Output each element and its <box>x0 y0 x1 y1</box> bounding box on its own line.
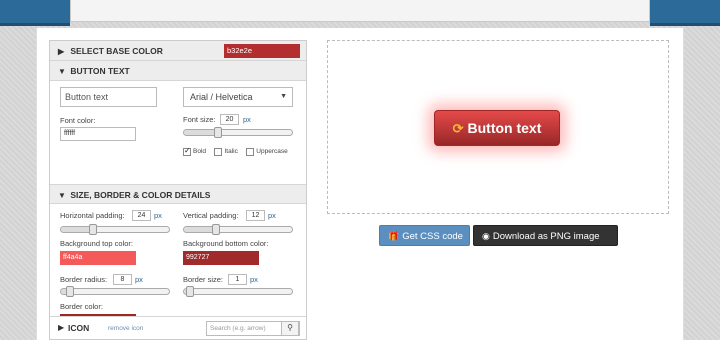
font-size-slider[interactable] <box>183 127 293 138</box>
bg-top-label: Background top color: <box>60 239 133 248</box>
slider-thumb[interactable] <box>214 127 222 138</box>
download-png-label: Download as PNG image <box>492 231 600 242</box>
font-color-input[interactable]: ffffff <box>60 127 136 141</box>
refresh-icon: ⟳ <box>452 121 464 136</box>
download-icon: ◉ <box>482 231 490 241</box>
chevron-down-icon: ▼ <box>58 191 66 200</box>
preview-button[interactable]: ⟳ Button text <box>434 110 560 146</box>
size-border-body: Horizontal padding: 24 px Vertical paddi… <box>50 204 306 334</box>
italic-label: Italic <box>224 148 238 156</box>
slider-thumb[interactable] <box>186 286 194 297</box>
section-title: SELECT BASE COLOR <box>70 46 163 56</box>
banner-header <box>70 0 650 22</box>
banner-left-tab <box>0 0 70 26</box>
section-title: BUTTON TEXT <box>70 66 130 76</box>
font-size-unit: px <box>243 115 251 124</box>
chevron-right-icon: ▶ <box>58 323 65 332</box>
font-family-value: Arial / Helvetica <box>190 92 253 102</box>
h-padding-label: Horizontal padding: <box>60 211 125 220</box>
v-padding-label: Vertical padding: <box>183 211 239 220</box>
section-size-border[interactable]: ▼ SIZE, BORDER & COLOR DETAILS <box>50 184 306 204</box>
banner-right-tab <box>650 0 720 26</box>
slider-fill <box>184 130 218 135</box>
download-png-button[interactable]: ◉ Download as PNG image <box>473 225 618 246</box>
h-padding-value[interactable]: 24 <box>132 210 151 221</box>
v-padding-slider[interactable] <box>183 224 293 235</box>
radius-slider[interactable] <box>60 286 170 297</box>
button-text-input[interactable]: Button text <box>60 87 157 107</box>
border-size-label: Border size: <box>183 275 224 284</box>
bold-label: Bold <box>193 148 207 156</box>
remove-icon-link[interactable]: remove icon <box>108 325 143 332</box>
top-banner <box>0 0 720 26</box>
base-color-swatch[interactable]: b32e2e <box>224 44 300 58</box>
search-icon[interactable]: ⚲ <box>281 321 299 336</box>
border-color-label: Border color: <box>60 302 103 311</box>
preview-button-label: Button text <box>467 120 542 136</box>
font-family-select[interactable]: Arial / Helvetica ▼ <box>183 87 293 107</box>
main-content: ▶ SELECT BASE COLOR b32e2e ▼ BUTTON TEXT… <box>36 28 684 340</box>
radius-label: Border radius: <box>60 275 108 284</box>
border-size-slider[interactable] <box>183 286 293 297</box>
h-padding-slider[interactable] <box>60 224 170 235</box>
get-css-label: Get CSS code <box>402 231 463 242</box>
caret-down-icon: ▼ <box>280 93 287 100</box>
border-size-unit: px <box>250 275 258 284</box>
font-style-options: Bold Italic Uppercase <box>183 143 292 161</box>
icon-search-input[interactable]: Search (e.g. arrow) ⚲ <box>206 321 300 336</box>
radius-unit: px <box>135 275 143 284</box>
v-padding-value[interactable]: 12 <box>246 210 265 221</box>
section-button-text[interactable]: ▼ BUTTON TEXT <box>50 61 306 81</box>
slider-thumb[interactable] <box>89 224 97 235</box>
section-title[interactable]: ICON <box>68 323 89 333</box>
font-size-value[interactable]: 20 <box>220 114 239 125</box>
uppercase-checkbox[interactable] <box>246 147 255 156</box>
bg-top-color-input[interactable]: ff4a4a <box>60 251 136 265</box>
slider-thumb[interactable] <box>66 286 74 297</box>
uppercase-label: Uppercase <box>256 148 288 156</box>
border-size-value[interactable]: 1 <box>228 274 247 285</box>
font-color-label: Font color: <box>60 116 96 125</box>
font-size-label: Font size: <box>183 115 216 124</box>
bold-checkbox[interactable] <box>183 146 191 156</box>
settings-panel: ▶ SELECT BASE COLOR b32e2e ▼ BUTTON TEXT… <box>49 40 307 340</box>
italic-checkbox[interactable] <box>214 147 223 156</box>
slider-thumb[interactable] <box>212 224 220 235</box>
section-base-color[interactable]: ▶ SELECT BASE COLOR b32e2e <box>50 41 306 61</box>
icon-search-placeholder: Search (e.g. arrow) <box>210 325 266 332</box>
section-icon: ▶ ICON remove icon Search (e.g. arrow) ⚲ <box>50 316 306 339</box>
radius-value[interactable]: 8 <box>113 274 132 285</box>
button-text-body: Button text Arial / Helvetica ▼ Font col… <box>50 81 306 184</box>
get-css-button[interactable]: 🎁 Get CSS code <box>379 225 470 246</box>
bg-bottom-color-input[interactable]: 992727 <box>183 251 259 265</box>
section-title: SIZE, BORDER & COLOR DETAILS <box>70 190 211 200</box>
gift-icon: 🎁 <box>388 231 400 241</box>
h-padding-unit: px <box>154 211 162 220</box>
chevron-down-icon: ▼ <box>58 67 66 76</box>
bg-bottom-label: Background bottom color: <box>183 239 269 248</box>
v-padding-unit: px <box>268 211 276 220</box>
chevron-right-icon: ▶ <box>58 47 65 56</box>
button-preview-area: ⟳ Button text <box>327 40 669 214</box>
